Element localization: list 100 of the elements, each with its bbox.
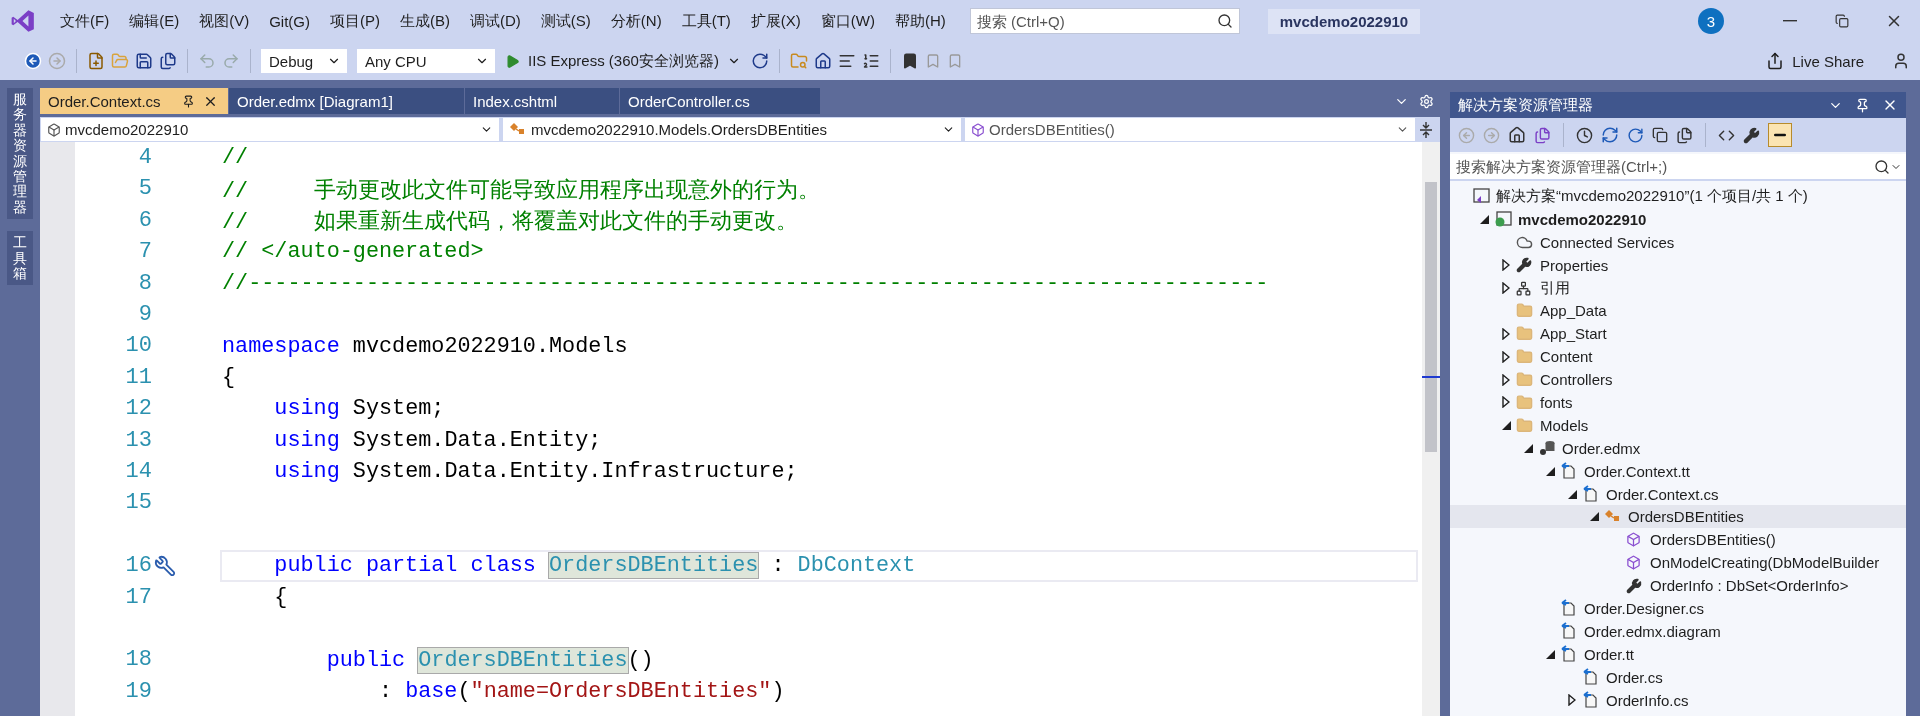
align-icon[interactable]: [837, 52, 856, 70]
pin-icon[interactable]: [182, 94, 195, 108]
menu-item[interactable]: 调试(D): [460, 11, 531, 31]
tree-item[interactable]: 引用: [1450, 276, 1906, 300]
tree-item[interactable]: Order.Designer.cs: [1450, 597, 1906, 620]
quick-action-icon[interactable]: [154, 554, 176, 577]
document-tab[interactable]: OrderController.cs: [620, 88, 820, 114]
scrollbar[interactable]: [1422, 142, 1440, 716]
collapsed-arrow-icon[interactable]: [1502, 396, 1510, 409]
tree-item[interactable]: App_Data: [1450, 299, 1906, 323]
list-icon[interactable]: [861, 52, 880, 70]
menu-item[interactable]: Git(G): [259, 12, 320, 30]
tree-item[interactable]: OrdersDBEntities(): [1450, 528, 1906, 552]
menu-item[interactable]: 窗口(W): [810, 11, 885, 31]
properties-icon[interactable]: [1743, 126, 1760, 144]
document-tab[interactable]: Order.edmx [Diagram1]: [229, 88, 464, 114]
document-tab[interactable]: Order.Context.cs: [40, 88, 228, 114]
line-number: 7: [137, 238, 152, 267]
save-icon[interactable]: [135, 52, 153, 70]
live-share-button[interactable]: Live Share: [1760, 51, 1870, 71]
tree-item[interactable]: Connected Services: [1450, 230, 1906, 254]
run-button[interactable]: IIS Express (360安全浏览器): [501, 51, 745, 71]
tree-item[interactable]: OnModelCreating(DbModelBuilder: [1450, 551, 1906, 575]
tree-item[interactable]: Properties: [1450, 253, 1906, 277]
collapsed-arrow-icon[interactable]: [1502, 259, 1510, 272]
line-number: 5: [137, 175, 152, 204]
collapsed-arrow-icon[interactable]: [1502, 282, 1510, 294]
folder-icon: [1516, 416, 1533, 434]
refresh-icon[interactable]: [750, 52, 769, 70]
notification-badge[interactable]: 3: [1698, 8, 1724, 34]
tree-item[interactable]: Order.Context.tt: [1450, 459, 1906, 483]
expanded-arrow-icon[interactable]: [1523, 443, 1533, 453]
tree-item[interactable]: Order.edmx.diagram: [1450, 619, 1906, 643]
code-line: //: [221, 144, 250, 173]
preview-toggle[interactable]: [1768, 123, 1792, 147]
tree-item[interactable]: fonts: [1450, 391, 1906, 414]
menu-item[interactable]: 项目(P): [320, 11, 390, 31]
tree-item[interactable]: App_Start: [1450, 322, 1906, 346]
tree-item[interactable]: OrderInfo.cs: [1450, 688, 1906, 712]
line-number: 16: [124, 552, 152, 581]
menu-item[interactable]: 帮助(H): [884, 11, 956, 31]
expanded-arrow-icon[interactable]: [1589, 512, 1599, 522]
pin-icon[interactable]: [1855, 97, 1870, 113]
menu-item[interactable]: 文件(F): [50, 11, 120, 31]
home-icon[interactable]: [1508, 126, 1526, 144]
expanded-arrow-icon[interactable]: [1545, 649, 1555, 659]
line-number: 6: [137, 206, 152, 235]
expanded-arrow-icon[interactable]: [1545, 466, 1555, 476]
platform-dropdown[interactable]: Any CPU: [357, 49, 495, 73]
menu-item[interactable]: 扩展(X): [740, 11, 811, 31]
tree-item[interactable]: Models: [1450, 413, 1906, 437]
settings-icon[interactable]: [1419, 93, 1434, 109]
play-icon: [505, 53, 520, 69]
expanded-arrow-icon[interactable]: [1479, 214, 1489, 224]
menu-item[interactable]: 分析(N): [600, 11, 672, 31]
tree-item[interactable]: 解决方案“mvcdemo2022910”(1 个项目/共 1 个): [1450, 185, 1906, 208]
menu-item[interactable]: 编辑(E): [119, 11, 190, 31]
tree-item[interactable]: OrderInfo : DbSet<OrderInfo>: [1450, 574, 1906, 598]
collapsed-arrow-icon[interactable]: [1502, 327, 1510, 340]
code-line: {: [273, 583, 289, 612]
save-all-icon[interactable]: [159, 52, 177, 70]
type-dropdown[interactable]: mvcdemo2022910.Models.OrdersDBEntities: [502, 117, 962, 142]
configuration-dropdown[interactable]: Debug: [261, 49, 347, 73]
expanded-arrow-icon[interactable]: [1501, 420, 1511, 430]
document-tab[interactable]: Index.cshtml: [465, 88, 619, 114]
line-number: 12: [124, 395, 152, 424]
tree-item[interactable]: Controllers: [1450, 368, 1906, 391]
menu-item[interactable]: 视图(V): [189, 11, 260, 31]
code-line: // 如果重新生成代码，将覆盖对此文件的手动更改。: [221, 208, 799, 237]
file-icon: [1582, 668, 1600, 687]
tree-item[interactable]: mvcdemo2022910: [1450, 207, 1906, 231]
tree-item[interactable]: Order.Context.cs: [1450, 482, 1906, 506]
line-number: 19: [124, 677, 152, 706]
menu-item[interactable]: 测试(S): [530, 11, 601, 31]
project-dropdown[interactable]: mvcdemo2022910: [40, 117, 500, 142]
method-icon: [1626, 532, 1641, 548]
side-tab[interactable]: 服务器资源管理器: [7, 88, 33, 220]
member-dropdown[interactable]: OrdersDBEntities(): [964, 117, 1416, 142]
sync-icon[interactable]: [1601, 126, 1619, 144]
collapsed-arrow-icon[interactable]: [1502, 373, 1510, 386]
refresh-icon[interactable]: [1627, 126, 1644, 144]
restore-icon: [1835, 14, 1849, 28]
tree-item[interactable]: OrdersDBEntities: [1450, 505, 1906, 529]
expanded-arrow-icon[interactable]: [1567, 489, 1577, 499]
split-icon[interactable]: [1418, 119, 1434, 140]
wrench-icon: [1626, 577, 1642, 594]
home-icon[interactable]: [813, 52, 832, 70]
tree-item[interactable]: Order.edmx: [1450, 436, 1906, 460]
collapsed-arrow-icon[interactable]: [1568, 694, 1576, 707]
show-all-files-icon[interactable]: [1676, 126, 1693, 144]
collapsed-arrow-icon[interactable]: [1502, 350, 1510, 363]
side-tab[interactable]: 工具箱: [7, 231, 33, 286]
search-box[interactable]: 搜索 (Ctrl+Q): [969, 8, 1240, 34]
tree-item[interactable]: Content: [1450, 345, 1906, 369]
menu-item[interactable]: 工具(T): [671, 11, 741, 31]
new-file-icon[interactable]: [87, 52, 105, 70]
search-field[interactable]: 搜索 (Ctrl+Q): [970, 9, 1217, 33]
menu-item[interactable]: 生成(B): [390, 11, 460, 31]
tree-item[interactable]: Order.cs: [1450, 665, 1906, 689]
tree-item[interactable]: Order.tt: [1450, 642, 1906, 666]
